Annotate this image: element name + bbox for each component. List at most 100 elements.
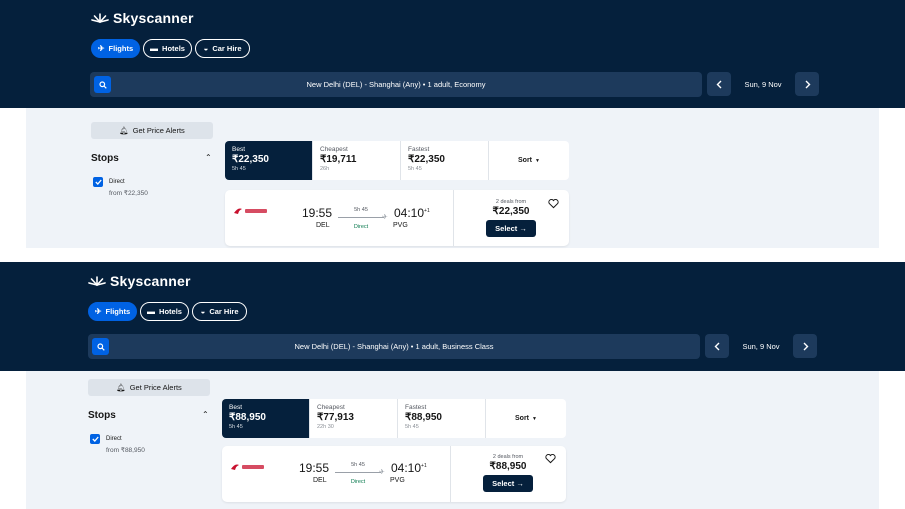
stops-filter-title: Stops [91, 153, 119, 164]
previous-date-button[interactable] [707, 72, 731, 96]
card-divider [453, 190, 454, 246]
tab-cheapest-label: Cheapest [320, 146, 348, 153]
plane-icon: ✈ [94, 306, 102, 316]
arrive-airport: PVG [393, 222, 408, 229]
flights-chip-label: Flights [105, 307, 131, 316]
skyscanner-logo[interactable]: Skyscanner [88, 273, 191, 289]
deals-count: 2 deals from [492, 454, 524, 460]
tab-best-duration: 5h 45 [229, 424, 243, 430]
tab-cheapest[interactable]: Cheapest ₹19,711 26h [313, 141, 401, 180]
car-hire-chip-label: Car Hire [209, 307, 239, 316]
header-panel-2: Skyscanner ✈ Flights ▬ Hotels ◒ Car Hire… [0, 262, 905, 371]
depart-airport: DEL [316, 222, 330, 229]
sort-label: Sort [518, 157, 533, 164]
price-alerts-button[interactable]: 🔔︎ Get Price Alerts [88, 379, 210, 396]
flights-chip[interactable]: ✈ Flights [91, 39, 140, 58]
route-line [335, 472, 381, 473]
travel-date[interactable]: Sun, 9 Nov [731, 342, 791, 351]
tab-cheapest[interactable]: Cheapest ₹77,913 22h 30 [310, 399, 398, 438]
tab-fastest-label: Fastest [405, 404, 427, 411]
select-button[interactable]: Select → [486, 220, 536, 237]
deals-count: 2 deals from [495, 199, 527, 205]
hotels-chip-label: Hotels [162, 44, 185, 53]
car-hire-chip[interactable]: ◒ Car Hire [192, 302, 247, 321]
brand-name: Skyscanner [110, 273, 191, 289]
search-summary-text: New Delhi (DEL) - Shanghai (Any) • 1 adu… [306, 80, 486, 89]
arrive-time: 04:10+1 [391, 461, 427, 475]
tab-best-duration: 5h 45 [232, 166, 246, 172]
search-button[interactable] [92, 338, 109, 355]
chevron-left-icon [716, 80, 721, 88]
bed-icon: ▬ [150, 43, 159, 53]
card-divider [450, 446, 451, 502]
sort-tabs: Best ₹88,950 5h 45 Cheapest ₹77,913 22h … [222, 399, 566, 438]
car-icon: ◒ [203, 43, 209, 53]
direct-from-price: from ₹88,950 [106, 447, 145, 454]
flight-result-card[interactable]: 19:55 DEL 5h 45 ✈ Direct 04:10+1 PVG 2 d… [222, 446, 566, 502]
heart-icon[interactable] [545, 453, 556, 464]
car-hire-chip-label: Car Hire [212, 44, 242, 53]
tab-best[interactable]: Best ₹22,350 5h 45 [225, 141, 313, 180]
search-icon [96, 342, 105, 351]
next-date-button[interactable] [795, 72, 819, 96]
car-icon: ◒ [200, 306, 206, 316]
search-button[interactable] [94, 76, 111, 93]
tab-fastest-label: Fastest [408, 146, 430, 153]
bed-icon: ▬ [147, 306, 156, 316]
airline-icon [231, 464, 239, 470]
airline-icon [234, 208, 242, 214]
travel-date[interactable]: Sun, 9 Nov [733, 80, 793, 89]
deal-price: ₹22,350 [492, 206, 530, 217]
bell-icon: 🔔︎ [119, 126, 129, 135]
depart-time: 19:55 [299, 461, 330, 475]
direct-from-price: from ₹22,350 [109, 190, 148, 197]
chevron-up-icon[interactable]: ⌃ [202, 410, 209, 419]
heart-icon[interactable] [548, 198, 559, 209]
tab-fastest-duration: 5h 45 [405, 424, 419, 430]
skyscanner-logo[interactable]: Skyscanner [91, 10, 194, 26]
hotels-chip[interactable]: ▬ Hotels [140, 302, 189, 321]
previous-date-button[interactable] [705, 334, 729, 358]
sort-dropdown[interactable]: Sort ▼ [486, 399, 566, 438]
flight-result-card[interactable]: 19:55 DEL 5h 45 ✈ Direct 04:10+1 PVG 2 d… [225, 190, 569, 246]
tab-cheapest-label: Cheapest [317, 404, 345, 411]
tab-fastest[interactable]: Fastest ₹22,350 5h 45 [401, 141, 489, 180]
tab-best[interactable]: Best ₹88,950 5h 45 [222, 399, 310, 438]
chevron-right-icon [803, 342, 808, 350]
check-icon [94, 179, 102, 185]
flight-stops: Direct [353, 224, 369, 230]
tab-best-price: ₹88,950 [229, 412, 266, 423]
next-date-button[interactable] [793, 334, 817, 358]
tab-fastest[interactable]: Fastest ₹88,950 5h 45 [398, 399, 486, 438]
sort-dropdown[interactable]: Sort ▼ [489, 141, 569, 180]
route-line [338, 217, 384, 218]
tab-cheapest-price: ₹19,711 [320, 154, 357, 165]
hotels-chip[interactable]: ▬ Hotels [143, 39, 192, 58]
check-icon [91, 436, 99, 442]
bell-icon: 🔔︎ [116, 383, 126, 392]
arrive-day-offset: +1 [421, 463, 427, 469]
flight-duration: 5h 45 [351, 462, 365, 468]
depart-time: 19:55 [302, 206, 333, 220]
arrive-time-value: 04:10 [394, 206, 425, 220]
plane-icon: ✈ [382, 214, 388, 221]
deal-price: ₹88,950 [489, 461, 527, 472]
tab-fastest-price: ₹88,950 [405, 412, 442, 423]
select-button[interactable]: Select → [483, 475, 533, 492]
header-panel-1: Skyscanner ✈ Flights ▬ Hotels ◒ Car Hire… [0, 0, 905, 108]
search-summary-bar[interactable]: New Delhi (DEL) - Shanghai (Any) • 1 adu… [90, 72, 702, 97]
car-hire-chip[interactable]: ◒ Car Hire [195, 39, 250, 58]
chevron-up-icon[interactable]: ⌃ [205, 153, 212, 162]
tab-fastest-price: ₹22,350 [408, 154, 445, 165]
flights-chip-label: Flights [108, 44, 134, 53]
search-summary-bar[interactable]: New Delhi (DEL) - Shanghai (Any) • 1 adu… [88, 334, 700, 359]
flights-chip[interactable]: ✈ Flights [88, 302, 137, 321]
tab-best-price: ₹22,350 [232, 154, 269, 165]
depart-airport: DEL [313, 477, 327, 484]
direct-label: Direct [109, 179, 125, 185]
direct-checkbox[interactable] [90, 434, 100, 444]
price-alerts-button[interactable]: 🔔︎ Get Price Alerts [91, 122, 213, 139]
direct-label: Direct [106, 436, 122, 442]
sort-tabs: Best ₹22,350 5h 45 Cheapest ₹19,711 26h … [225, 141, 569, 180]
direct-checkbox[interactable] [93, 177, 103, 187]
